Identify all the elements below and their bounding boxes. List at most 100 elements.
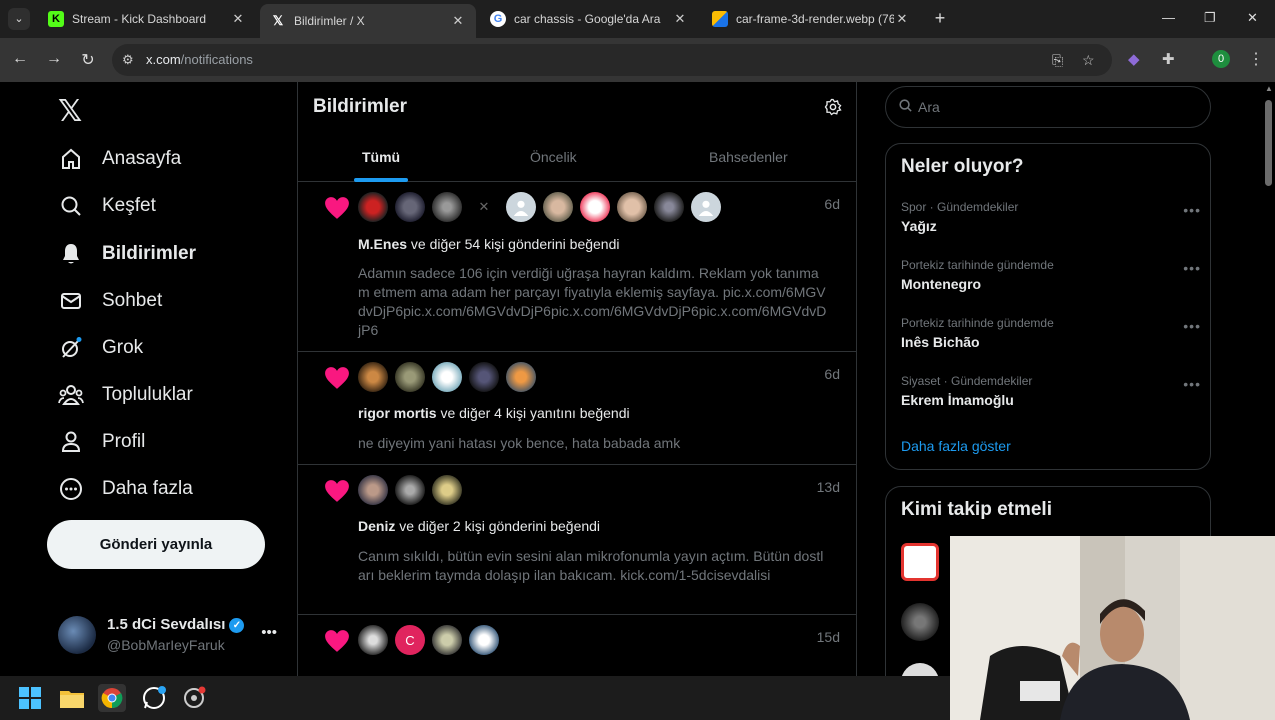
bookmark-star-icon[interactable]: ☆ [1082, 52, 1095, 69]
more-dots-icon[interactable]: ••• [1183, 318, 1201, 334]
windows-start-icon[interactable] [16, 684, 44, 712]
taskbar [0, 676, 950, 720]
avatar[interactable] [432, 625, 462, 655]
close-tab-icon[interactable]: ✕ [894, 11, 910, 27]
chrome-icon[interactable] [98, 684, 126, 712]
avatar[interactable] [432, 362, 462, 392]
avatar[interactable] [358, 625, 388, 655]
install-app-icon[interactable]: ⎘ [1052, 52, 1063, 69]
more-dots-icon[interactable]: ••• [261, 624, 277, 641]
follow-title: Kimi takip etmeli [901, 499, 1052, 520]
actor-name[interactable]: rigor mortis [358, 405, 437, 421]
notification-time: 15d [816, 629, 840, 645]
post-button[interactable]: Gönderi yayınla [47, 520, 265, 569]
avatar[interactable]: C [395, 625, 425, 655]
trend-topic: Montenegro [901, 276, 982, 292]
avatar[interactable] [901, 663, 939, 676]
account-handle: @BobMarIeyFaruk [107, 637, 225, 653]
browser-menu-icon[interactable]: ⋮ [1248, 49, 1264, 69]
avatar[interactable]: ✕ [469, 192, 499, 222]
avatar[interactable] [395, 362, 425, 392]
restore-icon[interactable]: ❐ [1204, 10, 1216, 26]
trend-item[interactable]: Portekiz tarihinde gündemde Inês Bichão … [901, 316, 1201, 350]
avatar[interactable] [469, 362, 499, 392]
tab-x-notifications[interactable]: 𝕏 Bildirimler / X ✕ [260, 4, 476, 38]
whatsapp-icon[interactable] [140, 684, 168, 712]
more-dots-icon[interactable]: ••• [1183, 260, 1201, 276]
avatar[interactable] [901, 543, 939, 581]
close-window-icon[interactable]: ✕ [1247, 10, 1258, 26]
back-icon[interactable]: ← [10, 50, 30, 68]
trend-item[interactable]: Portekiz tarihinde gündemde Montenegro •… [901, 258, 1201, 292]
avatar[interactable] [506, 192, 536, 222]
close-tab-icon[interactable]: ✕ [672, 11, 688, 27]
avatar[interactable] [901, 603, 939, 641]
avatar[interactable] [395, 192, 425, 222]
notification-item[interactable]: ✕ 6d M.Enes ve diğer 54 kişi gönderini b… [298, 182, 856, 352]
avatar[interactable] [506, 362, 536, 392]
scrollbar-thumb[interactable] [1265, 100, 1272, 186]
avatar[interactable] [358, 475, 388, 505]
avatar[interactable] [654, 192, 684, 222]
more-dots-icon[interactable]: ••• [1183, 376, 1201, 392]
avatar[interactable] [358, 362, 388, 392]
tab-search-button[interactable]: ⌄ [8, 8, 30, 30]
tab-image-webp[interactable]: ▮ car-frame-3d-render.webp (76 ✕ [702, 6, 920, 32]
notification-item[interactable]: 6d rigor mortis ve diğer 4 kişi yanıtını… [298, 352, 856, 465]
show-more-link[interactable]: Daha fazla göster [901, 438, 1011, 454]
notification-time: 6d [824, 196, 840, 212]
nav-label: Profil [102, 431, 146, 452]
nav-label: Keşfet [102, 195, 156, 216]
scroll-up-icon[interactable]: ▲ [1265, 84, 1273, 93]
nav-grok[interactable]: Grok [58, 333, 143, 363]
notification-item[interactable]: C 15d [298, 615, 856, 676]
profile-avatar[interactable]: 0 [1212, 50, 1230, 68]
file-explorer-icon[interactable] [58, 684, 86, 712]
nav-notifications[interactable]: Bildirimler [58, 239, 196, 269]
tab-kick-dashboard[interactable]: K Stream - Kick Dashboard ✕ [38, 6, 256, 32]
search-input[interactable]: Ara [885, 86, 1211, 128]
tab-mentions[interactable]: Bahsedenler [709, 149, 788, 165]
settings-gear-icon[interactable] [824, 98, 842, 121]
avatar[interactable] [432, 192, 462, 222]
trend-item[interactable]: Spor · Gündemdekiler Yağız ••• [901, 200, 1201, 234]
heart-icon [324, 629, 350, 658]
address-bar[interactable]: ⚙ x.com/notifications ⎘ ☆ [112, 44, 1112, 76]
tab-all[interactable]: Tümü [362, 149, 400, 165]
avatar[interactable] [691, 192, 721, 222]
trend-context: Portekiz tarihinde gündemde [901, 316, 1054, 330]
site-info-icon[interactable]: ⚙ [122, 52, 134, 68]
nav-messages[interactable]: Sohbet [58, 286, 162, 316]
reload-icon[interactable]: ↻ [78, 50, 98, 70]
avatar[interactable] [580, 192, 610, 222]
x-logo-icon[interactable]: 𝕏 [58, 94, 82, 129]
nav-home[interactable]: Anasayfa [58, 144, 181, 174]
actor-name[interactable]: Deniz [358, 518, 395, 534]
nav-communities[interactable]: Topluluklar [58, 380, 193, 410]
avatar[interactable] [432, 475, 462, 505]
minimize-icon[interactable]: — [1162, 10, 1175, 25]
nav-profile[interactable]: Profil [58, 427, 145, 457]
notification-item[interactable]: 13d Deniz ve diğer 2 kişi gönderini beğe… [298, 465, 856, 615]
tab-priority[interactable]: Öncelik [530, 149, 577, 165]
nav-more[interactable]: Daha fazla [58, 474, 193, 504]
avatar[interactable] [469, 625, 499, 655]
extensions-puzzle-icon[interactable]: ✚ [1162, 50, 1175, 68]
avatar[interactable] [395, 475, 425, 505]
new-tab-icon[interactable]: + [930, 8, 950, 29]
actor-name[interactable]: M.Enes [358, 236, 407, 252]
nav-label: Topluluklar [102, 384, 193, 405]
close-tab-icon[interactable]: ✕ [450, 13, 466, 29]
trend-item[interactable]: Siyaset · Gündemdekiler Ekrem İmamoğlu •… [901, 374, 1201, 408]
nav-explore[interactable]: Keşfet [58, 191, 156, 221]
tab-google-search[interactable]: G car chassis - Google'da Ara ✕ [480, 6, 698, 32]
avatar[interactable] [617, 192, 647, 222]
close-tab-icon[interactable]: ✕ [230, 11, 246, 27]
more-dots-icon[interactable]: ••• [1183, 202, 1201, 218]
account-switcher[interactable]: 1.5 dCi Sevdalısı ✓ @BobMarIeyFaruk ••• [58, 614, 283, 658]
avatar[interactable] [543, 192, 573, 222]
forward-icon[interactable]: → [44, 50, 64, 68]
avatar[interactable] [358, 192, 388, 222]
extension-gem-icon[interactable]: ◆ [1128, 50, 1140, 68]
app-settings-icon[interactable] [180, 684, 208, 712]
